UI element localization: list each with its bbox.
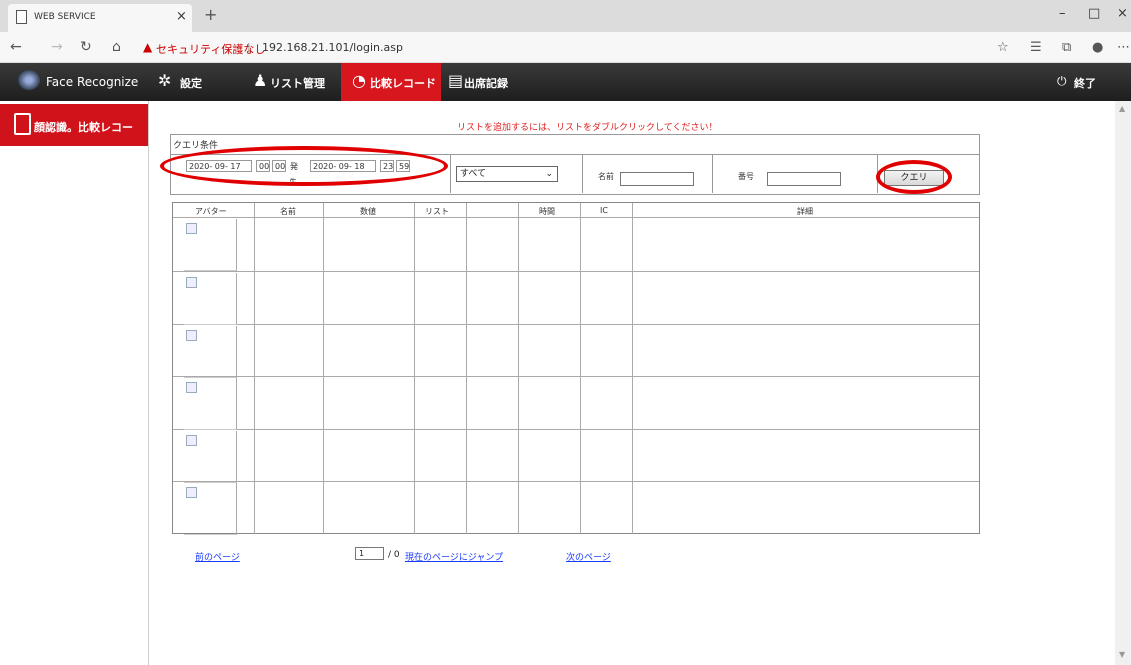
forward-icon[interactable]: →: [51, 39, 63, 55]
refresh-icon[interactable]: ↻: [80, 39, 92, 55]
face-logo-icon: [18, 70, 40, 90]
minimize-icon[interactable]: –: [1059, 6, 1066, 21]
sidebar-item-face-compare[interactable]: 顔認識。比較レコー: [0, 104, 148, 146]
user-list-icon[interactable]: ♟: [253, 71, 267, 90]
profile-avatar-icon[interactable]: ●: [1092, 40, 1103, 55]
url-separator: |: [247, 41, 251, 54]
broken-image-icon: [186, 487, 197, 498]
column-divider: [323, 203, 324, 534]
query-divider: [712, 155, 713, 193]
table-row[interactable]: [173, 481, 979, 482]
page-input[interactable]: 1: [355, 547, 384, 560]
name-input[interactable]: [620, 172, 694, 186]
prev-page-link[interactable]: 前のページ: [195, 550, 240, 563]
nav-compare-records[interactable]: 比較レコード: [370, 75, 436, 91]
home-icon[interactable]: ⌂: [112, 39, 121, 55]
column-divider: [632, 203, 633, 534]
header-avatar: アバター: [195, 207, 227, 216]
chevron-down-icon: ⌄: [545, 169, 553, 179]
url-field[interactable]: 192.168.21.101/login.asp: [262, 41, 403, 54]
annotation-oval-date-range: [160, 146, 448, 186]
new-tab-button[interactable]: +: [204, 5, 217, 24]
query-title: クエリ条件: [173, 141, 219, 151]
sidebar-item-label: 顔認識。比較レコー: [34, 121, 133, 134]
jump-page-link[interactable]: 現在のページにジャンプ: [405, 550, 503, 563]
broken-image-icon: [186, 435, 197, 446]
page-icon: [16, 10, 27, 24]
more-menu-icon[interactable]: ⋯: [1117, 40, 1130, 55]
column-divider: [466, 203, 467, 534]
broken-image-icon: [186, 277, 197, 288]
back-icon[interactable]: ←: [10, 39, 22, 55]
broken-image-icon: [186, 330, 197, 341]
table-row[interactable]: [173, 271, 979, 272]
name-label: 名前: [598, 172, 614, 181]
warning-icon[interactable]: ▲: [143, 40, 152, 54]
gear-icon[interactable]: ✲: [158, 71, 171, 90]
tab-close-icon[interactable]: ×: [176, 9, 187, 24]
table-header-divider: [173, 217, 979, 218]
next-page-link[interactable]: 次のページ: [566, 550, 611, 563]
attendance-icon[interactable]: ▤: [448, 71, 463, 90]
collections-icon[interactable]: ⧉: [1062, 40, 1071, 55]
number-label: 番号: [738, 172, 754, 181]
tab-title: WEB SERVICE: [34, 12, 96, 22]
list-select[interactable]: すべて ⌄: [456, 166, 558, 182]
nav-attendance[interactable]: 出席記録: [464, 75, 508, 91]
scroll-up-icon[interactable]: ▲: [1119, 104, 1125, 113]
sidebar: [0, 101, 149, 665]
nav-list-management[interactable]: リスト管理: [270, 75, 325, 91]
header-list: リスト: [425, 207, 449, 216]
table-row[interactable]: [173, 429, 979, 430]
compare-icon[interactable]: ◔: [352, 71, 366, 90]
brand-title: Face Recognize: [46, 75, 139, 89]
nav-settings[interactable]: 設定: [180, 75, 202, 91]
column-divider: [518, 203, 519, 534]
table-row[interactable]: [173, 376, 979, 377]
favorites-list-icon[interactable]: ☰: [1030, 40, 1042, 55]
scroll-down-icon[interactable]: ▼: [1119, 650, 1125, 659]
header-value: 数値: [360, 207, 376, 216]
document-search-icon: [14, 113, 31, 135]
header-detail: 詳細: [797, 207, 813, 216]
query-divider: [450, 155, 451, 193]
column-divider: [254, 203, 255, 534]
query-divider: [582, 155, 583, 193]
broken-image-icon: [186, 382, 197, 393]
close-window-icon[interactable]: ×: [1117, 6, 1128, 21]
result-table: [172, 202, 980, 534]
header-ic: IC: [600, 206, 608, 215]
power-icon[interactable]: ⏻: [1057, 74, 1067, 89]
favorite-star-icon[interactable]: ☆: [997, 40, 1009, 55]
scrollbar[interactable]: [1115, 101, 1131, 665]
browser-tab[interactable]: WEB SERVICE ×: [8, 4, 192, 32]
column-divider: [580, 203, 581, 534]
header-name: 名前: [280, 207, 296, 216]
annotation-oval-query-button: [876, 160, 952, 194]
column-divider: [414, 203, 415, 534]
page-total: / 0: [388, 550, 400, 560]
broken-image-icon: [186, 223, 197, 234]
header-time: 時間: [539, 207, 555, 216]
number-input[interactable]: [767, 172, 841, 186]
maximize-icon[interactable]: □: [1088, 6, 1100, 21]
list-select-value: すべて: [460, 169, 487, 179]
table-row[interactable]: [173, 324, 979, 325]
exit-button[interactable]: 終了: [1074, 75, 1096, 91]
hint-text: リストを追加するには、リストをダブルクリックしてください！: [457, 123, 718, 133]
